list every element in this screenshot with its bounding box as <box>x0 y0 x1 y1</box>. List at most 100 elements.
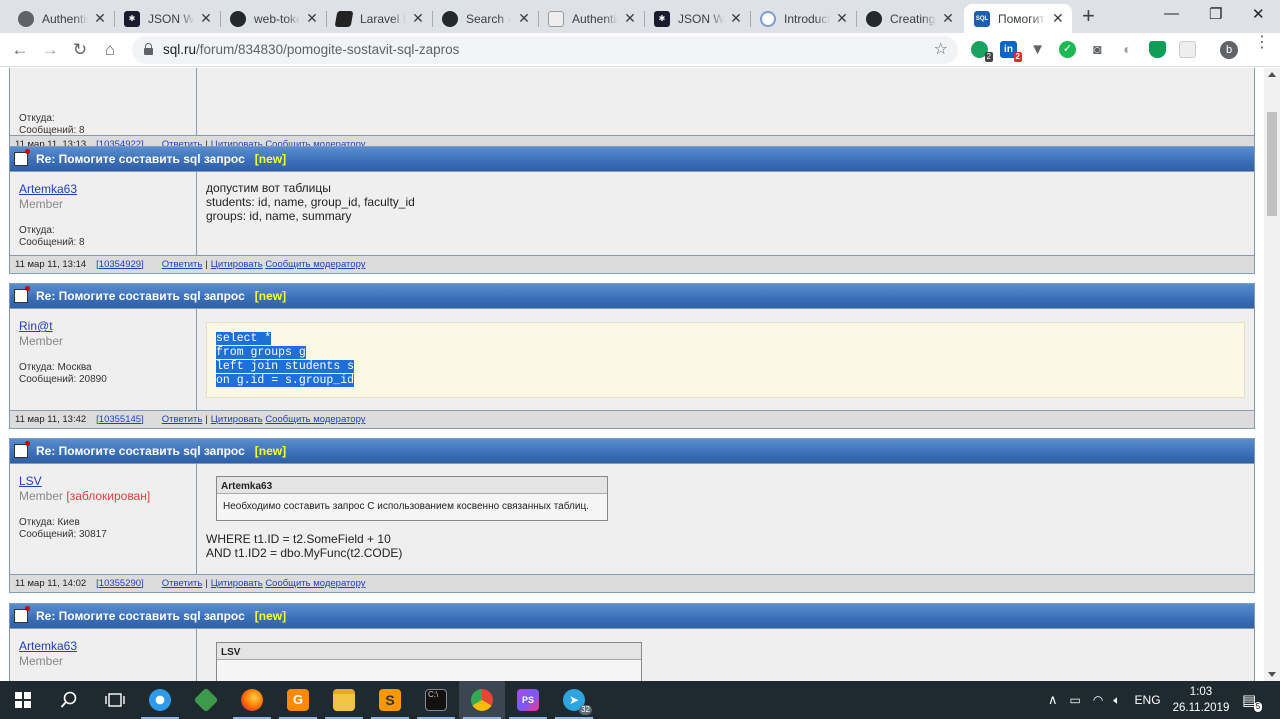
minimize-icon[interactable]: — <box>1164 5 1179 22</box>
new-badge: [new] <box>254 609 287 623</box>
author-role: Member <box>19 197 64 211</box>
post-header: Re: Помогите составить sql запрос [new] <box>10 284 1254 308</box>
battery-icon[interactable]: ▭ <box>1070 693 1081 707</box>
quote-link[interactable]: Цитировать <box>211 259 263 270</box>
reply-link[interactable]: Ответить <box>162 578 203 589</box>
check-extension-icon[interactable]: ✓ <box>1059 41 1076 58</box>
terminal-icon: C:\ <box>425 689 447 711</box>
url-text[interactable]: sql.ru/forum/834830/pomogite-sostavit-sq… <box>163 42 459 57</box>
taskbar-app-phpstorm[interactable]: PS <box>505 681 551 719</box>
laravel-icon <box>334 10 354 27</box>
post-permalink[interactable]: 10354929 <box>99 259 141 270</box>
security-shield-icon[interactable] <box>1149 41 1166 58</box>
reply-link[interactable]: Ответить <box>162 259 203 270</box>
task-view-button[interactable] <box>92 681 138 719</box>
scroll-up-icon[interactable] <box>1268 72 1276 77</box>
post-footer: 11 мар 11, 13:42 [10355145] Ответить | Цит… <box>10 410 1254 428</box>
wifi-icon[interactable]: ◠ <box>1093 693 1103 707</box>
close-tab-icon[interactable]: ✕ <box>306 10 318 27</box>
code-block[interactable]: select * from groups g left join student… <box>206 322 1245 398</box>
post-footer: 11 мар 11, 13:14 [10354929] Ответить | Цит… <box>10 255 1254 273</box>
taskbar-app-explorer[interactable] <box>321 681 367 719</box>
back-button[interactable]: ← <box>9 39 31 61</box>
search-icon <box>60 691 77 708</box>
close-tab-icon[interactable]: ✕ <box>94 10 106 27</box>
taskbar-app-chrome[interactable] <box>459 681 505 719</box>
blank-extension-icon[interactable] <box>1179 41 1196 58</box>
taskbar-app-sublime[interactable]: S <box>367 681 413 719</box>
browser-tab[interactable]: web-toke ✕ <box>220 4 326 33</box>
maximize-icon[interactable]: ❐ <box>1209 5 1222 23</box>
quote-author: LSV <box>217 643 641 660</box>
post-permalink[interactable]: 10355145 <box>99 414 141 425</box>
linkedin-icon[interactable]: in 2 <box>1000 41 1022 62</box>
scrollbar-thumb[interactable] <box>1267 112 1277 216</box>
new-badge: [new] <box>254 152 287 166</box>
taskbar-app-box[interactable] <box>183 681 229 719</box>
extension-shield-icon[interactable]: 2 <box>971 41 993 62</box>
taskbar-app-gitkraken[interactable]: G <box>275 681 321 719</box>
bookmark-star-icon[interactable]: ☆ <box>934 39 948 59</box>
lock-icon[interactable] <box>144 43 153 55</box>
taskbar-clock[interactable]: 1:03 26.11.2019 <box>1170 684 1232 716</box>
post-icon <box>14 606 30 623</box>
browser-tab[interactable]: Authentic ✕ <box>8 4 114 33</box>
taskbar-app-terminal[interactable]: C:\ <box>413 681 459 719</box>
sqlru-icon: SQL <box>974 10 990 27</box>
notifications-icon[interactable]: ▤ 5 <box>1242 691 1263 712</box>
close-tab-icon[interactable]: ✕ <box>200 10 212 27</box>
camera-icon[interactable]: ◙ <box>1089 41 1106 58</box>
quote-link[interactable]: Цитировать <box>211 414 263 425</box>
browser-tab[interactable]: ✱ JSON We ✕ <box>114 4 220 33</box>
report-moderator-link[interactable]: Сообщить модератору <box>265 414 365 425</box>
puzzle-extension-icon[interactable]: ◐ <box>1119 41 1136 58</box>
taskbar-app-telegram[interactable]: ➤ 32 <box>551 681 597 719</box>
browser-tab[interactable]: Search · t ✕ <box>432 4 538 33</box>
profile-avatar[interactable]: b <box>1220 41 1238 59</box>
author-name-link[interactable]: LSV <box>19 474 187 488</box>
search-button[interactable] <box>46 681 92 719</box>
close-tab-icon[interactable]: ✕ <box>412 10 424 27</box>
language-indicator[interactable]: ENG <box>1135 693 1161 707</box>
report-moderator-link[interactable]: Сообщить модератору <box>265 578 365 589</box>
close-tab-icon[interactable]: ✕ <box>730 10 742 27</box>
browser-tab[interactable]: Creating ✕ <box>856 4 962 33</box>
page-scrollbar[interactable] <box>1264 68 1280 681</box>
browser-tab[interactable]: Authentic ✕ <box>538 4 644 33</box>
report-moderator-link[interactable]: Сообщить модератору <box>265 259 365 270</box>
close-tab-icon[interactable]: ✕ <box>942 10 954 27</box>
post-permalink[interactable]: 10355290 <box>99 578 141 589</box>
taskbar-app-firefox[interactable] <box>229 681 275 719</box>
reply-link[interactable]: Ответить <box>162 414 203 425</box>
forward-button[interactable]: → <box>39 39 61 61</box>
browser-menu-icon[interactable]: ⋮ <box>1254 35 1270 51</box>
new-tab-button[interactable]: + <box>1082 5 1095 27</box>
auth0-icon <box>18 10 34 27</box>
browser-tab[interactable]: Laravel In ✕ <box>326 4 432 33</box>
author-name-link[interactable]: Artemka63 <box>19 182 187 196</box>
vue-devtools-icon[interactable]: ▼ <box>1029 41 1046 58</box>
quote-link[interactable]: Цитировать <box>211 578 263 589</box>
author-location: Откуда: <box>19 225 55 236</box>
show-hidden-icons[interactable]: ∧ <box>1048 692 1058 708</box>
taskbar-app-tasks[interactable] <box>137 681 183 719</box>
close-window-icon[interactable]: ✕ <box>1252 5 1265 23</box>
author-name-link[interactable]: Rin@t <box>19 319 187 333</box>
volume-icon[interactable]: 🔈︎ <box>1113 693 1120 708</box>
browser-tab-active[interactable]: SQL Помогит ✕ <box>964 4 1072 33</box>
firefox-icon <box>241 689 263 711</box>
reload-button[interactable]: ↻ <box>69 39 91 61</box>
close-tab-icon[interactable]: ✕ <box>518 10 530 27</box>
folder-icon <box>333 689 355 711</box>
browser-tab[interactable]: Introduct ✕ <box>750 4 856 33</box>
address-bar[interactable]: sql.ru/forum/834830/pomogite-sostavit-sq… <box>132 36 958 64</box>
close-tab-icon[interactable]: ✕ <box>836 10 848 27</box>
browser-tab[interactable]: ✱ JSON We ✕ <box>644 4 750 33</box>
scroll-down-icon[interactable] <box>1268 672 1276 677</box>
home-button[interactable]: ⌂ <box>99 39 121 61</box>
chrome-icon <box>471 689 493 711</box>
start-button[interactable] <box>0 681 46 719</box>
close-tab-icon[interactable]: ✕ <box>1052 10 1064 27</box>
close-tab-icon[interactable]: ✕ <box>624 10 636 27</box>
author-name-link[interactable]: Artemka63 <box>19 639 187 653</box>
